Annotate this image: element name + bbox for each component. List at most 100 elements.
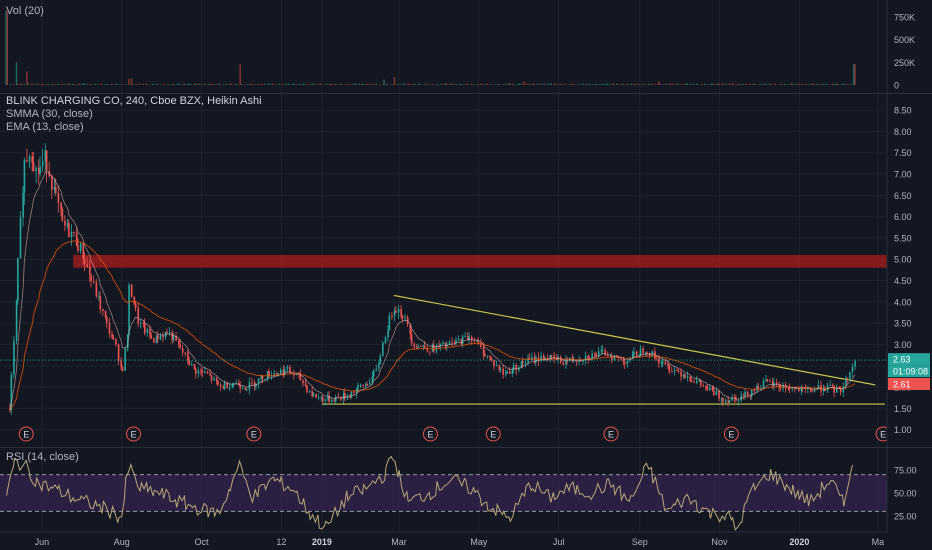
- candle-body: [677, 371, 680, 373]
- volume-bar: [425, 83, 427, 85]
- volume-bar: [36, 83, 39, 85]
- candle-body: [495, 365, 498, 367]
- volume-bar: [837, 84, 839, 85]
- symbol-legend[interactable]: BLINK CHARGING CO, 240, Cboe BZX, Heikin…: [6, 95, 262, 107]
- candle-body: [302, 380, 304, 384]
- volume-bar: [209, 83, 211, 85]
- volume-bar: [184, 84, 186, 85]
- volume-bar: [94, 83, 96, 85]
- ema-legend[interactable]: EMA (13, close): [6, 121, 84, 133]
- candle-body: [317, 397, 320, 399]
- candle-body: [604, 349, 607, 356]
- volume-bar: [23, 83, 26, 85]
- ema-line[interactable]: [9, 171, 856, 411]
- candle-body: [102, 309, 104, 311]
- candle-body: [32, 162, 35, 172]
- candle-body: [689, 376, 692, 382]
- volume-bar: [603, 83, 605, 85]
- candle-body: [150, 335, 153, 339]
- candle-body: [846, 378, 849, 380]
- rsi-legend[interactable]: RSI (14, close): [6, 451, 79, 463]
- volume-bar: [208, 84, 210, 85]
- volume-bar: [617, 84, 619, 85]
- candle-body: [706, 386, 709, 391]
- volume-bar: [852, 64, 855, 85]
- price-tick-label: 6.00: [894, 212, 912, 222]
- candle-body: [210, 375, 213, 381]
- candle-body: [457, 339, 460, 341]
- volume-bar: [132, 84, 134, 85]
- candle-body: [442, 342, 444, 345]
- candle-body: [620, 358, 622, 360]
- volume-bar: [781, 84, 783, 85]
- candle-body: [79, 243, 82, 252]
- candle-body: [482, 346, 485, 355]
- candle-body: [181, 348, 184, 353]
- volume-bar: [542, 83, 545, 85]
- volume-bar: [665, 83, 668, 85]
- price-chart[interactable]: E E E E E E E E 750K 500K 250K 0 8.50 8.00 7.50 7.00 6.5…: [0, 0, 932, 550]
- volume-bar: [145, 84, 147, 85]
- volume-bar: [253, 84, 256, 85]
- volume-bar: [73, 84, 75, 85]
- volume-bar: [722, 83, 724, 85]
- volume-bar: [107, 83, 109, 85]
- volume-bar: [298, 83, 300, 85]
- candle-body: [502, 368, 505, 375]
- volume-bar: [655, 84, 657, 85]
- smma-legend[interactable]: SMMA (30, close): [6, 108, 93, 120]
- volume-bar: [795, 83, 797, 85]
- candle-body: [209, 373, 211, 376]
- volume-bar: [247, 84, 249, 85]
- volume-bar: [341, 84, 343, 85]
- candle-body: [168, 332, 171, 334]
- candle-body: [197, 370, 200, 374]
- volume-bar: [167, 84, 169, 85]
- volume-bar: [65, 83, 67, 85]
- candle-body: [400, 309, 402, 316]
- candle-body: [573, 361, 575, 363]
- volume-bar: [644, 84, 647, 85]
- volume-bar: [749, 83, 752, 85]
- volume-bar: [832, 83, 834, 85]
- pane-separator-rsi[interactable]: [0, 447, 932, 448]
- volume-bar: [512, 84, 515, 85]
- volume-bar: [559, 84, 562, 85]
- volume-bar: [287, 83, 290, 85]
- pane-separator-volume[interactable]: [0, 93, 932, 94]
- candle-body: [713, 390, 715, 396]
- volume-bar: [596, 84, 598, 85]
- candle-body: [575, 361, 578, 363]
- volume-tick-label: 250K: [894, 58, 915, 68]
- volume-bar: [366, 83, 368, 85]
- volume-bar: [260, 83, 262, 85]
- earnings-marker-label: E: [23, 430, 29, 440]
- candle-body: [587, 355, 590, 360]
- volume-bar: [282, 84, 285, 85]
- resistance-zone[interactable]: [73, 254, 887, 268]
- volume-bar: [668, 84, 670, 85]
- volume-bar: [758, 84, 761, 85]
- volume-bar: [716, 83, 719, 85]
- volume-bar: [609, 83, 612, 85]
- candle-body: [312, 394, 315, 397]
- volume-bar: [450, 83, 452, 85]
- candle-body: [83, 258, 86, 265]
- volume-bar: [798, 83, 800, 85]
- volume-bar: [47, 84, 49, 85]
- candle-body: [35, 167, 37, 172]
- volume-bar: [724, 83, 727, 85]
- time-axis-label: Oct: [195, 537, 210, 547]
- volume-bar: [153, 84, 155, 85]
- volume-bar: [115, 83, 117, 85]
- volume-bar: [372, 83, 375, 85]
- candle-body: [718, 391, 720, 399]
- volume-bar: [638, 84, 640, 85]
- volume-bar: [375, 83, 377, 85]
- candle-body: [762, 380, 765, 389]
- candle-body: [711, 387, 714, 391]
- candle-body: [231, 384, 234, 388]
- time-axis-label: 12: [276, 537, 286, 547]
- candle-body: [522, 360, 524, 363]
- time-axis-label: May: [470, 537, 488, 547]
